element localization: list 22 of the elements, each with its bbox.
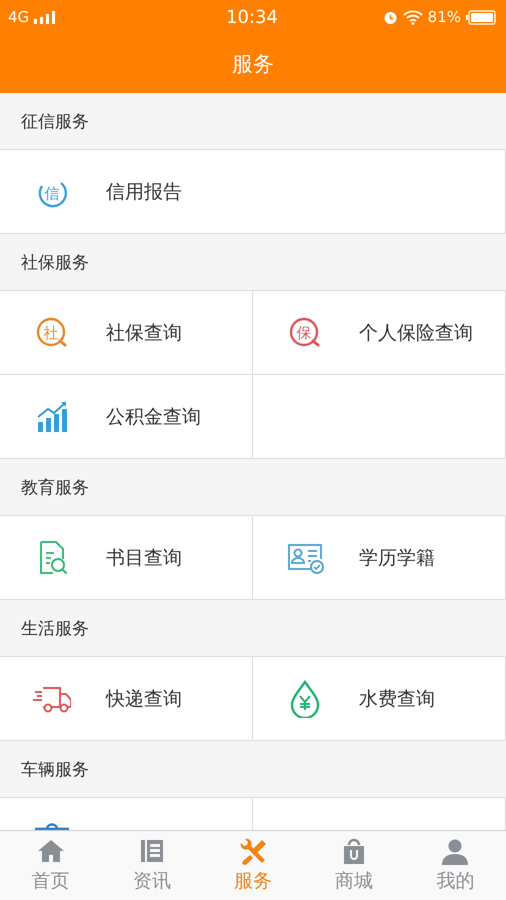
service-item[interactable]: 学历学籍 <box>253 516 506 600</box>
clock-time: 10:34 <box>226 6 278 28</box>
network-label: 4G <box>8 8 30 26</box>
section-title: 教育服务 <box>21 476 89 498</box>
section-title: 车辆服务 <box>21 758 89 780</box>
service-item[interactable]: 保 个人保险查询 <box>253 291 506 375</box>
service-item[interactable]: 快递查询 <box>0 657 253 741</box>
section-title: 生活服务 <box>21 618 89 640</box>
tools-icon <box>238 837 268 867</box>
battery-percent: 81% <box>428 8 461 26</box>
wifi-icon <box>402 10 423 24</box>
section-title: 社保服务 <box>21 252 89 274</box>
service-item[interactable]: 信 信用报告 <box>0 150 506 234</box>
alarm-icon <box>382 10 398 24</box>
person-icon <box>440 837 470 867</box>
service-item[interactable]: 公积金查询 <box>0 375 253 459</box>
page-title: 服务 <box>232 50 274 78</box>
service-item[interactable]: 水费查询 <box>253 657 506 741</box>
service-item[interactable]: 书目查询 <box>0 516 253 600</box>
battery-icon <box>466 10 496 24</box>
service-item[interactable]: 社 社保查询 <box>0 291 253 375</box>
section-title: 征信服务 <box>21 110 89 132</box>
